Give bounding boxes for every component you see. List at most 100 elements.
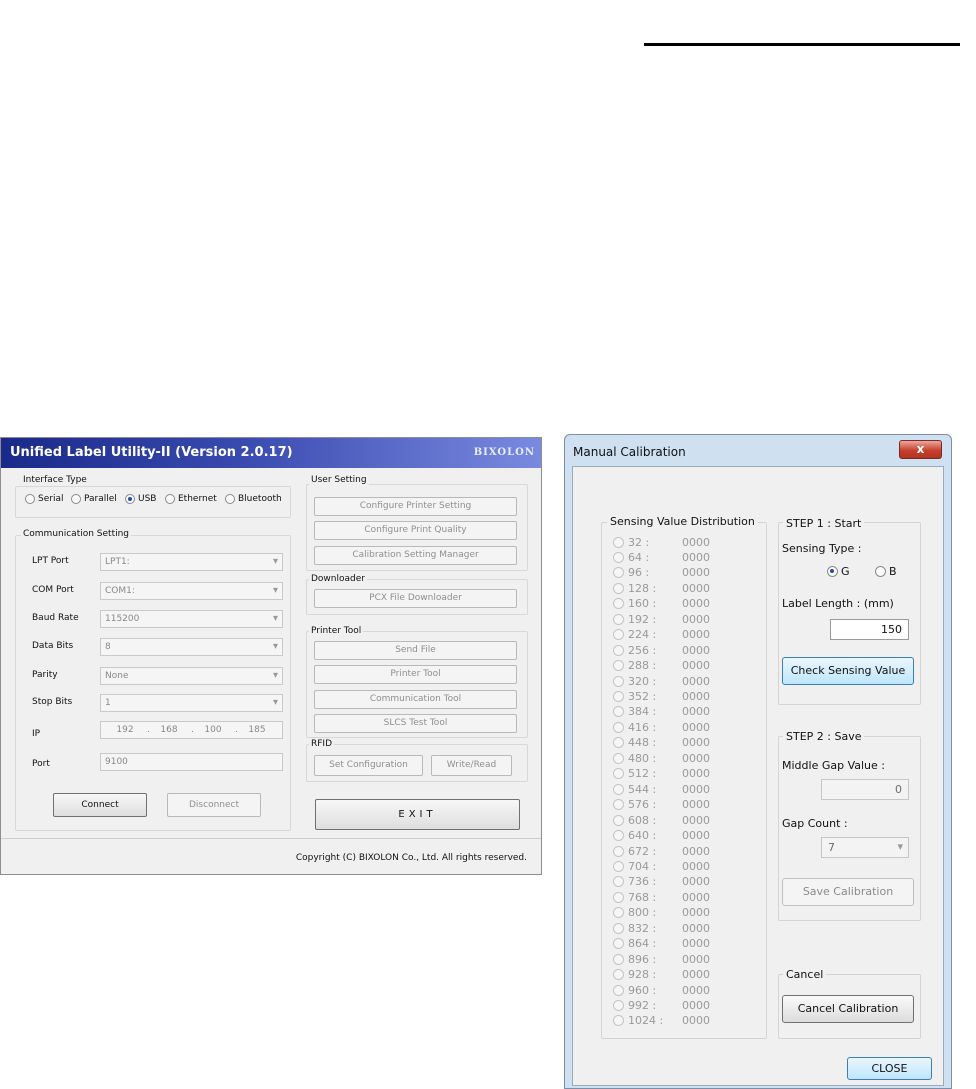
baud-rate-select[interactable]: 115200 [100,610,283,628]
sensing-value-row[interactable]: 960 : 0000 [613,983,710,997]
sensing-value-row[interactable]: 224 : 0000 [613,628,710,642]
gap-count-select[interactable]: 7 ▾ [821,837,909,858]
sensing-value-row[interactable]: 896 : 0000 [613,952,710,966]
sensing-key: 320 : [628,674,657,688]
configure-print-quality-button[interactable]: Configure Print Quality [314,521,517,540]
sensing-value: 0000 [682,829,710,843]
sensing-value-row[interactable]: 416 : 0000 [613,720,710,734]
sensing-value: 0000 [682,875,710,889]
radio-icon [613,721,624,733]
sensing-value-row[interactable]: 704 : 0000 [613,859,710,873]
ip-octet-1: 192 [116,725,134,735]
radio-icon [613,551,624,563]
sensing-value-row[interactable]: 768 : 0000 [613,890,710,904]
sensing-value-row[interactable]: 96 : 0000 [613,566,710,580]
sensing-key: 928 : [628,968,657,982]
sensing-value-row[interactable]: 192 : 0000 [613,612,710,626]
slcs-test-tool-button[interactable]: SLCS Test Tool [314,714,517,733]
sensing-value-row[interactable]: 736 : 0000 [613,875,710,889]
downloader-label: Downloader [309,574,367,584]
com-port-label: COM Port [32,585,74,595]
sensing-value-row[interactable]: 480 : 0000 [613,751,710,765]
sensing-key: 640 : [628,829,657,843]
parity-select[interactable]: None [100,667,283,685]
radio-sensing-b[interactable]: B [875,565,897,578]
save-calibration-button[interactable]: Save Calibration [782,878,914,906]
sensing-value-row[interactable]: 992 : 0000 [613,999,710,1013]
sensing-value-row[interactable]: 608 : 0000 [613,813,710,827]
sensing-value-row[interactable]: 384 : 0000 [613,705,710,719]
radio-usb[interactable]: USB [125,494,156,504]
data-bits-select[interactable]: 8 [100,638,283,656]
sensing-value-row[interactable]: 288 : 0000 [613,659,710,673]
sensing-value: 0000 [682,813,710,827]
ip-dot: . [191,725,194,735]
radio-icon [165,494,175,504]
sensing-value: 0000 [682,581,710,595]
sensing-value-row[interactable]: 640 : 0000 [613,829,710,843]
radio-ethernet[interactable]: Ethernet [165,494,217,504]
sensing-value-row[interactable]: 1024 : 0000 [613,1014,710,1028]
sensing-key: 608 : [628,813,657,827]
sensing-value-row[interactable]: 672 : 0000 [613,844,710,858]
sensing-value: 0000 [682,690,710,703]
disconnect-button[interactable]: Disconnect [167,793,261,817]
write-read-button[interactable]: Write/Read [431,755,512,776]
sensing-value-row[interactable]: 800 : 0000 [613,906,710,920]
sensing-value-row[interactable]: 320 : 0000 [613,674,710,688]
sensing-value-row[interactable]: 576 : 0000 [613,798,710,812]
communication-tool-button[interactable]: Communication Tool [314,690,517,709]
radio-bluetooth[interactable]: Bluetooth [225,494,282,504]
sensing-value: 0000 [682,597,710,611]
configure-printer-setting-button[interactable]: Configure Printer Setting [314,497,517,516]
sensing-value-row[interactable]: 928 : 0000 [613,968,710,982]
radio-parallel[interactable]: Parallel [71,494,117,504]
pcx-file-downloader-button[interactable]: PCX File Downloader [314,589,517,608]
printer-tool-button[interactable]: Printer Tool [314,665,517,684]
sensing-key: 64 : [628,550,650,564]
connect-button[interactable]: Connect [53,793,147,817]
sensing-value-row[interactable]: 64 : 0000 [613,550,710,564]
radio-serial[interactable]: Serial [25,494,63,504]
sensing-value: 0000 [682,968,710,982]
check-sensing-value-button[interactable]: Check Sensing Value [782,657,914,685]
sensing-value-row[interactable]: 448 : 0000 [613,736,710,750]
exit-button[interactable]: EXIT [315,799,520,830]
close-window-button[interactable]: x [899,440,942,459]
sensing-value-row[interactable]: 32 : 0000 [613,535,710,549]
ip-address-field[interactable]: 192 . 168 . 100 . 185 [100,721,283,739]
sensing-value: 0000 [682,736,710,750]
sensing-value: 0000 [682,767,710,781]
radio-icon [613,907,624,919]
sensing-value-row[interactable]: 160 : 0000 [613,597,710,611]
sensing-value-row[interactable]: 128 : 0000 [613,581,710,595]
label-length-input[interactable]: 150 [830,619,909,640]
radio-icon [613,691,624,702]
sensing-value: 0000 [682,890,710,904]
sensing-value: 0000 [682,612,710,626]
com-port-select[interactable]: COM1: [100,582,283,600]
sensing-value-row[interactable]: 512 : 0000 [613,767,710,781]
cancel-label: Cancel [783,968,827,981]
set-configuration-button[interactable]: Set Configuration [314,755,423,776]
lpt-port-select[interactable]: LPT1: [100,553,283,571]
radio-icon [25,494,35,504]
calibration-setting-manager-button[interactable]: Calibration Setting Manager [314,546,517,565]
sensing-value: 0000 [682,782,710,796]
send-file-button[interactable]: Send File [314,641,517,660]
sensing-value-row[interactable]: 352 : 0000 [613,690,710,704]
sensing-value-row[interactable]: 864 : 0000 [613,937,710,951]
sensing-value-row[interactable]: 544 : 0000 [613,782,710,796]
sensing-value-row[interactable]: 832 : 0000 [613,921,710,935]
stop-bits-select[interactable]: 1 [100,694,283,712]
sensing-value: 0000 [682,1014,710,1028]
sensing-key: 288 : [628,659,657,673]
cancel-calibration-button[interactable]: Cancel Calibration [782,995,914,1023]
radio-sensing-g[interactable]: G [827,565,850,578]
sensing-key: 352 : [628,690,657,703]
status-bar: Copyright (C) BIXOLON Co., Ltd. All righ… [1,838,541,874]
close-button[interactable]: CLOSE [847,1057,932,1080]
sensing-value-row[interactable]: 256 : 0000 [613,643,710,657]
middle-gap-input[interactable]: 0 [821,779,909,800]
port-input[interactable]: 9100 [100,753,283,771]
